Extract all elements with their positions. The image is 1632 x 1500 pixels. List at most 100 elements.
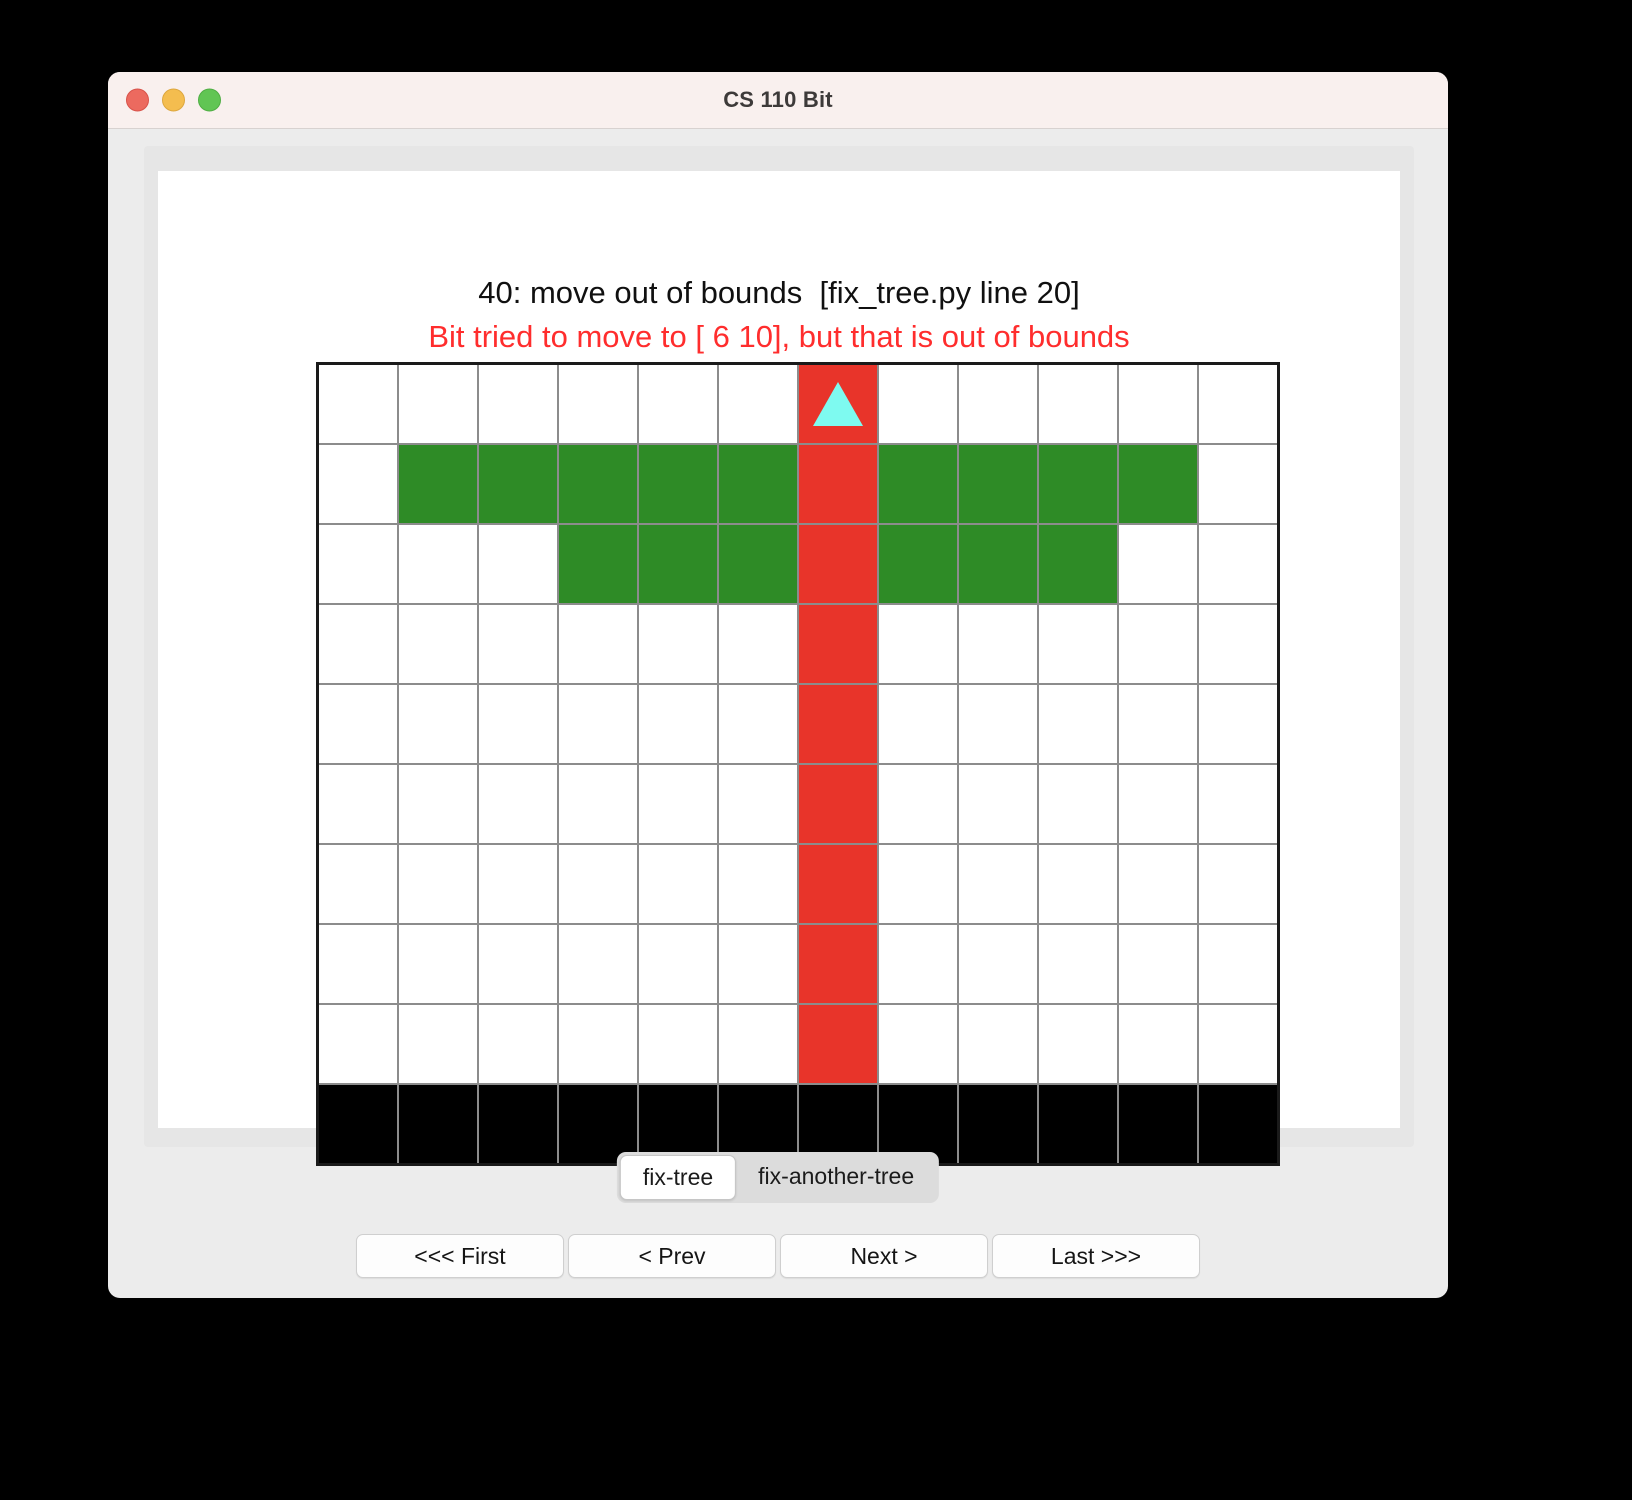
- grid-cell: [639, 605, 717, 683]
- grid-cell: [799, 1005, 877, 1083]
- grid-cell: [1119, 765, 1197, 843]
- prev-button[interactable]: < Prev: [568, 1234, 776, 1278]
- grid-cell: [559, 525, 637, 603]
- grid-cell: [959, 925, 1037, 1003]
- grid-cell: [559, 685, 637, 763]
- last-button[interactable]: Last >>>: [992, 1234, 1200, 1278]
- grid-cell: [1039, 1085, 1117, 1163]
- grid-cell: [479, 525, 557, 603]
- grid-cell: [879, 765, 957, 843]
- figure-canvas: 40: move out of bounds [fix_tree.py line…: [158, 171, 1400, 1166]
- grid-cell: [719, 525, 797, 603]
- grid-cell: [1039, 765, 1117, 843]
- grid-cell: [719, 925, 797, 1003]
- grid-cell: [1199, 445, 1277, 523]
- grid-cell: [959, 1085, 1037, 1163]
- grid-cell: [959, 765, 1037, 843]
- grid-cell: [399, 605, 477, 683]
- grid-cell: [879, 445, 957, 523]
- grid-cell: [479, 445, 557, 523]
- title-bar: CS 110 Bit: [108, 72, 1448, 129]
- grid-cell: [1039, 445, 1117, 523]
- grid-cell: [799, 525, 877, 603]
- grid-cell: [399, 1085, 477, 1163]
- bit-triangle-icon: [813, 382, 863, 426]
- grid-cell: [1199, 605, 1277, 683]
- grid-cell: [399, 445, 477, 523]
- grid-cell: [1199, 365, 1277, 443]
- world-grid: [316, 362, 1280, 1166]
- world-grid-wrapper: [316, 362, 1280, 1166]
- grid-cell: [799, 845, 877, 923]
- tab-bar: fix-tree fix-another-tree: [616, 1152, 940, 1203]
- grid-cell: [399, 525, 477, 603]
- grid-cell: [1119, 685, 1197, 763]
- grid-cell: [479, 845, 557, 923]
- grid-cell: [1199, 685, 1277, 763]
- grid-cell: [719, 605, 797, 683]
- grid-cell: [799, 365, 877, 443]
- grid-cell: [959, 605, 1037, 683]
- grid-cell: [479, 1085, 557, 1163]
- grid-cell: [719, 365, 797, 443]
- grid-cell: [1119, 445, 1197, 523]
- grid-cell: [479, 365, 557, 443]
- grid-cell: [959, 365, 1037, 443]
- grid-cell: [1039, 605, 1117, 683]
- grid-cell: [559, 365, 637, 443]
- grid-cell: [879, 1005, 957, 1083]
- grid-cell: [1199, 1005, 1277, 1083]
- tab-fix-another-tree[interactable]: fix-another-tree: [736, 1155, 936, 1200]
- grid-cell: [799, 605, 877, 683]
- grid-cell: [319, 525, 397, 603]
- grid-cell: [1039, 525, 1117, 603]
- grid-cell: [399, 765, 477, 843]
- grid-cell: [319, 765, 397, 843]
- grid-cell: [319, 925, 397, 1003]
- next-button[interactable]: Next >: [780, 1234, 988, 1278]
- first-button[interactable]: <<< First: [356, 1234, 564, 1278]
- grid-cell: [879, 685, 957, 763]
- grid-cell: [639, 845, 717, 923]
- grid-cell: [559, 925, 637, 1003]
- grid-cell: [1119, 365, 1197, 443]
- window-title: CS 110 Bit: [723, 87, 833, 112]
- grid-cell: [399, 845, 477, 923]
- grid-cell: [959, 445, 1037, 523]
- figure-title: 40: move out of bounds [fix_tree.py line…: [478, 275, 1080, 310]
- grid-cell: [719, 1005, 797, 1083]
- grid-cell: [319, 605, 397, 683]
- grid-cell: [1039, 685, 1117, 763]
- canvas-panel: 40: move out of bounds [fix_tree.py line…: [144, 146, 1414, 1166]
- grid-cell: [319, 1085, 397, 1163]
- grid-cell: [879, 365, 957, 443]
- grid-cell: [639, 365, 717, 443]
- grid-cell: [1199, 765, 1277, 843]
- grid-cell: [559, 1005, 637, 1083]
- grid-cell: [1119, 1005, 1197, 1083]
- grid-cell: [559, 845, 637, 923]
- tab-fix-tree[interactable]: fix-tree: [619, 1155, 737, 1200]
- grid-cell: [1039, 365, 1117, 443]
- grid-cell: [399, 365, 477, 443]
- grid-cell: [959, 1005, 1037, 1083]
- grid-cell: [1119, 605, 1197, 683]
- grid-cell: [1039, 925, 1117, 1003]
- grid-cell: [1119, 525, 1197, 603]
- grid-cell: [879, 925, 957, 1003]
- grid-cell: [559, 605, 637, 683]
- grid-cell: [799, 445, 877, 523]
- grid-cell: [1199, 1085, 1277, 1163]
- grid-cell: [1199, 925, 1277, 1003]
- app-window: CS 110 Bit 40: move out of bounds [fix_t…: [108, 72, 1448, 1298]
- grid-cell: [879, 845, 957, 923]
- grid-cell: [719, 845, 797, 923]
- grid-cell: [399, 925, 477, 1003]
- grid-cell: [959, 845, 1037, 923]
- grid-cell: [879, 525, 957, 603]
- grid-cell: [479, 685, 557, 763]
- grid-cell: [719, 685, 797, 763]
- grid-cell: [639, 685, 717, 763]
- grid-cell: [959, 685, 1037, 763]
- grid-cell: [1119, 845, 1197, 923]
